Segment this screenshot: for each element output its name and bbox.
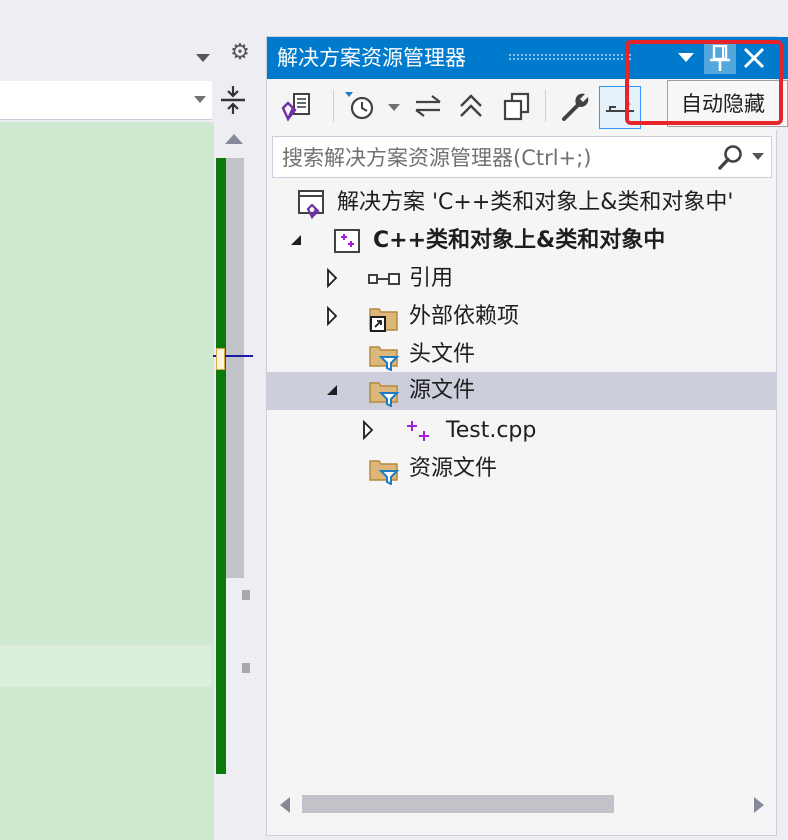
tree-item-test-cpp[interactable]: Test.cpp [267, 412, 777, 450]
search-icon[interactable] [716, 142, 746, 172]
scroll-position-marker [216, 348, 225, 370]
panel-title: 解决方案资源管理器 [277, 46, 466, 70]
references-icon [368, 273, 400, 285]
collapsed-triangle-icon[interactable] [325, 306, 339, 326]
scroll-right-arrow-icon[interactable] [754, 797, 764, 813]
collapse-all-icon[interactable] [455, 88, 487, 124]
scrollbar-mark [242, 663, 250, 673]
tree-item-external-dependencies[interactable]: 外部依赖项 [267, 298, 777, 336]
tree-item-source-files[interactable]: 源文件 [267, 372, 777, 410]
pending-changes-icon[interactable] [342, 88, 404, 124]
toolbar-separator [333, 90, 334, 122]
window-dropdown-icon[interactable] [196, 54, 210, 62]
tree-label: 资源文件 [409, 456, 498, 481]
copy-icon[interactable] [500, 88, 534, 124]
tree-item-header-files[interactable]: 头文件 [267, 336, 777, 374]
tree-label: 头文件 [409, 342, 476, 367]
tree-item-resource-files[interactable]: 资源文件 [267, 450, 777, 488]
tree-item-references[interactable]: 引用 [267, 260, 777, 298]
filter-folder-icon [369, 346, 400, 371]
expanded-triangle-icon[interactable] [325, 383, 339, 397]
chevron-down-icon[interactable] [752, 153, 764, 160]
search-placeholder: 搜索解决方案资源管理器(Ctrl+;) [282, 146, 592, 170]
sync-icon[interactable] [412, 88, 444, 124]
filter-folder-icon [369, 382, 400, 407]
tree-label: 源文件 [409, 378, 476, 403]
chevron-down-icon [194, 96, 206, 103]
tree-item-solution[interactable]: 解决方案 'C++类和对象上&类和对象中' [267, 184, 777, 222]
solution-icon [298, 190, 324, 219]
tree-label: 外部依赖项 [409, 304, 520, 329]
navigation-dropdown[interactable] [0, 81, 212, 120]
external-dependencies-folder-icon [369, 308, 398, 332]
scroll-left-arrow-icon[interactable] [280, 797, 290, 813]
properties-wrench-icon[interactable] [558, 88, 592, 124]
change-tracking-bar [216, 158, 226, 774]
tree-label: C++类和对象上&类和对象中 [373, 228, 666, 253]
vertical-scrollbar-thumb[interactable] [226, 158, 244, 578]
split-editor-icon[interactable] [218, 84, 248, 116]
code-editor-area[interactable] [0, 122, 214, 840]
horizontal-scrollbar-thumb[interactable] [302, 795, 614, 813]
editor-inline-box [0, 645, 212, 687]
filter-folder-icon [369, 460, 400, 485]
cpp-project-icon [334, 229, 360, 253]
collapsed-triangle-icon[interactable] [325, 268, 339, 288]
scrollbar-mark [242, 590, 250, 600]
gear-icon[interactable]: ⚙ [229, 42, 251, 64]
collapsed-triangle-icon[interactable] [361, 420, 375, 440]
tree-label: 解决方案 'C++类和对象上&类和对象中' [337, 190, 734, 215]
scroll-up-arrow-icon[interactable] [225, 134, 243, 144]
titlebar-grip[interactable] [508, 53, 632, 61]
cpp-file-icon [407, 421, 429, 441]
tree-label: 引用 [409, 266, 454, 291]
toolbar-separator [545, 90, 546, 122]
highlight-annotation [625, 40, 783, 125]
editor-top-strip [0, 0, 214, 80]
vs-switch-view-icon[interactable] [279, 88, 315, 124]
tree-item-project[interactable]: C++类和对象上&类和对象中 [267, 222, 777, 260]
expanded-triangle-icon[interactable] [289, 233, 303, 247]
tree-label: Test.cpp [446, 418, 537, 443]
